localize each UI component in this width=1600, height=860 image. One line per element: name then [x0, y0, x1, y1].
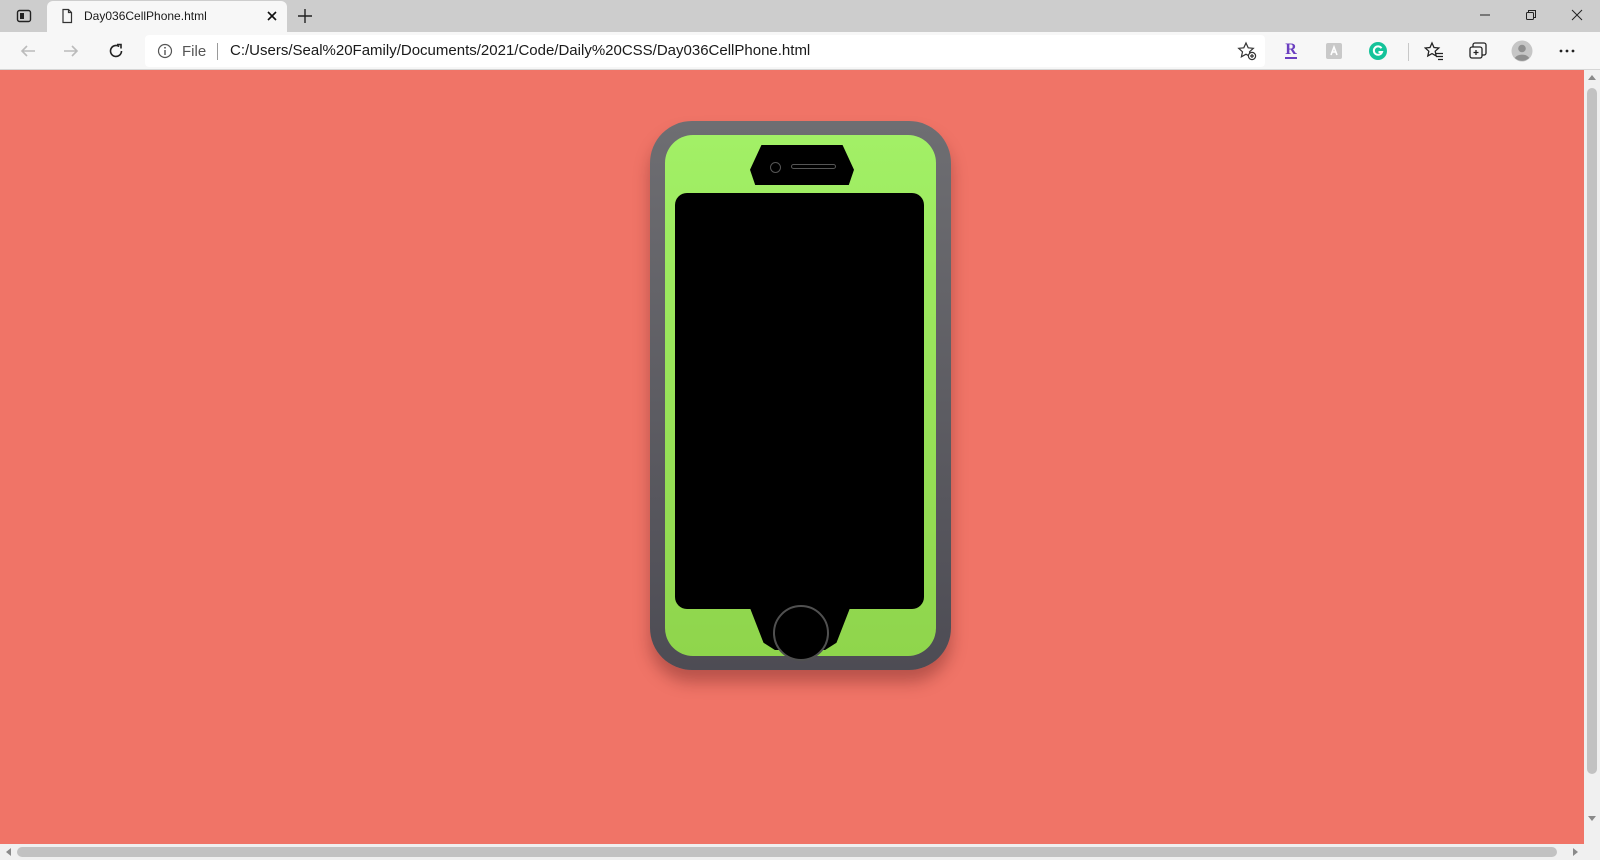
close-icon: [267, 11, 277, 21]
scroll-down-arrow-icon[interactable]: [1588, 816, 1596, 822]
tab-close-button[interactable]: [263, 7, 281, 25]
front-camera: [770, 162, 781, 173]
restore-icon: [1526, 10, 1536, 20]
profile-icon: [1511, 40, 1533, 62]
forward-button[interactable]: [57, 37, 85, 65]
profile-button[interactable]: [1508, 37, 1536, 65]
favorites-button[interactable]: [1420, 37, 1448, 65]
speaker-grille: [791, 164, 836, 169]
toolbar-divider: [1408, 43, 1409, 61]
address-divider: [217, 43, 218, 60]
phone-screen: [675, 193, 924, 609]
more-icon: [1559, 49, 1575, 53]
tab-actions-icon: [16, 9, 32, 23]
minimize-icon: [1480, 14, 1490, 16]
tab-actions-button[interactable]: [12, 6, 36, 26]
more-button[interactable]: [1553, 37, 1581, 65]
scroll-left-arrow-icon[interactable]: [5, 848, 11, 856]
scheme-label: File: [182, 43, 207, 60]
earpiece-details: [750, 145, 854, 185]
forward-arrow-icon: [64, 45, 79, 57]
tab-strip: Day036CellPhone.html: [0, 0, 1600, 32]
address-bar[interactable]: File C:/Users/Seal%20Family/Documents/20…: [145, 35, 1265, 67]
info-icon[interactable]: [157, 43, 173, 59]
refresh-button[interactable]: [102, 37, 130, 65]
vertical-scroll-thumb[interactable]: [1587, 88, 1597, 774]
scroll-up-arrow-icon[interactable]: [1588, 74, 1596, 80]
horizontal-scroll-thumb[interactable]: [17, 847, 1557, 857]
plus-icon: [298, 9, 312, 23]
collections-icon: [1469, 42, 1487, 59]
grammarly-button[interactable]: [1364, 37, 1392, 65]
window-close-button[interactable]: [1554, 0, 1600, 30]
page-icon: [62, 8, 73, 24]
scrollbar-corner: [1584, 844, 1600, 860]
tab-active[interactable]: Day036CellPhone.html: [47, 1, 287, 32]
r-extension-button[interactable]: R: [1277, 37, 1305, 65]
r-extension-icon: R: [1285, 41, 1297, 59]
extension-icon: [1326, 43, 1342, 59]
url-text[interactable]: C:/Users/Seal%20Family/Documents/2021/Co…: [230, 42, 810, 59]
tab-title: Day036CellPhone.html: [84, 9, 207, 23]
collections-button[interactable]: [1464, 37, 1492, 65]
toolbar: File C:/Users/Seal%20Family/Documents/20…: [0, 32, 1600, 70]
favorites-icon: [1424, 41, 1443, 61]
add-favorite-icon[interactable]: [1237, 41, 1257, 61]
refresh-icon: [109, 43, 123, 58]
phone-case: [650, 121, 951, 670]
extension-button[interactable]: [1320, 37, 1348, 65]
horizontal-scrollbar[interactable]: [0, 844, 1584, 860]
restore-button[interactable]: [1508, 0, 1554, 30]
minimize-button[interactable]: [1462, 0, 1508, 30]
page-viewport: [0, 70, 1584, 844]
scroll-right-arrow-icon[interactable]: [1573, 848, 1579, 856]
home-button: [773, 605, 829, 661]
window-close-icon: [1571, 9, 1583, 21]
back-arrow-icon: [20, 45, 35, 57]
vertical-scrollbar[interactable]: [1584, 70, 1600, 844]
back-button[interactable]: [14, 37, 42, 65]
phone-face: [665, 135, 936, 661]
grammarly-icon: [1369, 42, 1387, 60]
new-tab-button[interactable]: [294, 5, 316, 27]
